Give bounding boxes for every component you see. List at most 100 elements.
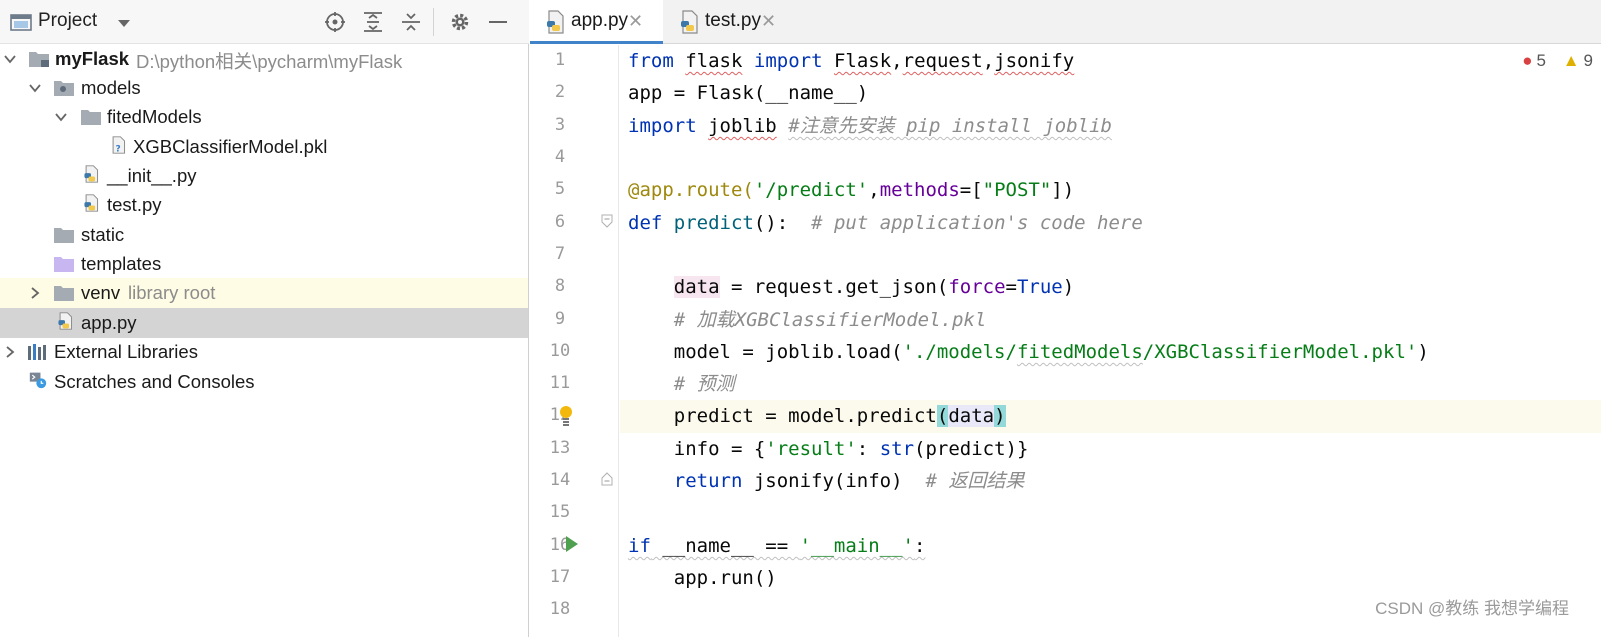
line-number: 11 — [549, 373, 571, 393]
line-number: 10 — [549, 341, 571, 361]
gear-icon[interactable] — [448, 11, 472, 33]
code-line: # 预测 — [673, 373, 735, 395]
tab-app-py[interactable]: app.py ✕ — [530, 0, 663, 44]
tree-item-scratches-and-consoles[interactable]: Scratches and Consoles — [0, 367, 528, 397]
chevron-down-icon[interactable] — [2, 51, 18, 67]
project-view-icon — [10, 14, 32, 31]
code-editor: app.py ✕ test.py ✕ ● 5 ▲ 9 1 2 3 4 5 6 7 8… — [530, 0, 1601, 637]
line-number: 4 — [554, 147, 566, 167]
python-file-icon — [547, 10, 564, 34]
chevron-down-icon[interactable] — [27, 80, 43, 96]
project-view-title[interactable]: Project — [38, 10, 97, 32]
line-number: 7 — [554, 244, 566, 264]
templates-folder-icon — [54, 257, 74, 272]
code-area[interactable]: from flask import Flask,request,jsonify … — [560, 45, 1601, 637]
tab-label: test.py — [705, 10, 761, 31]
line-number: 9 — [554, 309, 566, 329]
line-number: 17 — [549, 567, 571, 587]
folder-icon — [54, 228, 74, 243]
tree-item-label: fitedModels — [107, 106, 202, 127]
code-line: data = request.get_json(force=True) — [673, 276, 1075, 298]
locate-file-icon[interactable] — [323, 11, 347, 33]
line-number: 6 — [554, 212, 566, 232]
folder-module-icon — [29, 52, 49, 67]
line-number: 13 — [549, 438, 571, 458]
python-file-icon — [58, 312, 73, 330]
current-code-line: predict = model.predict(data) — [560, 400, 1601, 433]
code-line: # 加载XGBClassifierModel.pkl — [673, 309, 987, 331]
tab-label: app.py — [571, 10, 629, 31]
tree-item-static[interactable]: static — [0, 220, 528, 250]
toolbar-separator — [433, 8, 434, 36]
code-line: from flask import Flask,request,jsonify — [628, 50, 1075, 72]
tree-item-label: Scratches and Consoles — [54, 371, 255, 392]
line-number: 15 — [549, 502, 571, 522]
line-number: 1 — [554, 50, 566, 70]
line-number: 5 — [554, 179, 566, 199]
chevron-right-icon[interactable] — [2, 344, 18, 360]
chevron-right-icon[interactable] — [27, 285, 43, 301]
tree-item-external-libraries[interactable]: External Libraries — [0, 337, 528, 367]
svg-text:?: ? — [116, 145, 121, 154]
run-icon[interactable] — [565, 535, 579, 553]
line-number: 8 — [554, 276, 566, 296]
close-icon[interactable]: ✕ — [761, 11, 776, 32]
tree-item-models[interactable]: models — [0, 73, 528, 103]
editor-tab-bar: app.py ✕ test.py ✕ — [530, 0, 1601, 44]
chevron-down-icon[interactable] — [53, 109, 69, 125]
close-icon[interactable]: ✕ — [628, 11, 643, 32]
fold-icon[interactable] — [601, 472, 613, 486]
line-number: 16 — [549, 535, 571, 555]
tree-item-venv[interactable]: venv library root — [0, 278, 528, 308]
code-line: return jsonify(info) # 返回结果 — [673, 470, 1025, 492]
watermark-text: CSDN @教练 我想学编程 — [1375, 599, 1569, 618]
tree-item-label: XGBClassifierModel.pkl — [133, 136, 328, 157]
libraries-icon — [28, 344, 46, 360]
folder-icon — [54, 81, 74, 96]
collapse-all-icon[interactable] — [399, 11, 423, 33]
code-line: app = Flask(__name__) — [628, 82, 869, 104]
tree-item-label: test.py — [107, 194, 162, 215]
tree-item-label: templates — [81, 253, 162, 274]
line-number: 2 — [554, 82, 566, 102]
tree-item-label: External Libraries — [54, 341, 198, 362]
line-number-gutter[interactable]: 1 2 3 4 5 6 7 8 9 10 11 12 13 14 15 16 1… — [530, 45, 619, 637]
tree-item-myflask[interactable]: myFlask D:\python相关\pycharm\myFlask — [0, 44, 528, 74]
tree-item-library-hint: library root — [128, 282, 216, 303]
line-number: 14 — [549, 470, 571, 490]
code-line: import joblib #注意先安装 pip install joblib — [628, 115, 1112, 137]
code-line: info = {'result': str(predict)} — [673, 438, 1029, 460]
project-tool-window: Project myFlask D:\python相关\pycharm\myFl… — [0, 0, 529, 637]
scratches-icon — [29, 372, 47, 389]
line-number: 18 — [549, 599, 571, 619]
tree-item-label: models — [81, 77, 141, 98]
tree-item-label: app.py — [81, 312, 137, 333]
line-number: 3 — [554, 115, 566, 135]
code-line: model = joblib.load('./models/fitedModel… — [673, 341, 1429, 363]
python-file-icon — [84, 165, 99, 183]
code-line: @app.route('/predict',methods=["POST"]) — [628, 179, 1075, 201]
code-line: app.run() — [673, 567, 777, 589]
fold-icon[interactable] — [601, 214, 613, 228]
expand-all-icon[interactable] — [361, 11, 385, 33]
chevron-down-icon[interactable] — [112, 13, 136, 35]
tree-item-path-hint: D:\python相关\pycharm\myFlask — [136, 51, 403, 72]
tree-item-test-py[interactable]: test.py — [0, 190, 528, 220]
folder-icon — [54, 286, 74, 301]
tree-item-app-py[interactable]: app.py — [0, 308, 528, 338]
unknown-file-icon: ? — [112, 136, 126, 154]
python-file-icon — [84, 194, 99, 212]
tree-item-init-py[interactable]: __init__.py — [0, 161, 528, 191]
tree-item-xgbclassifiermodel-pkl[interactable]: ? XGBClassifierModel.pkl — [0, 132, 528, 162]
tree-item-label: myFlask — [55, 48, 130, 69]
tab-test-py[interactable]: test.py ✕ — [664, 0, 788, 44]
code-line: if __name__ == '__main__': — [628, 535, 926, 557]
tree-item-fitedmodels[interactable]: fitedModels — [0, 102, 528, 132]
tree-item-templates[interactable]: templates — [0, 249, 528, 279]
minimize-icon[interactable] — [486, 11, 510, 33]
folder-icon — [81, 110, 101, 125]
lightbulb-icon[interactable] — [558, 405, 574, 427]
project-header: Project — [0, 0, 529, 44]
tree-item-label: static — [81, 224, 125, 245]
python-file-icon — [681, 10, 698, 34]
